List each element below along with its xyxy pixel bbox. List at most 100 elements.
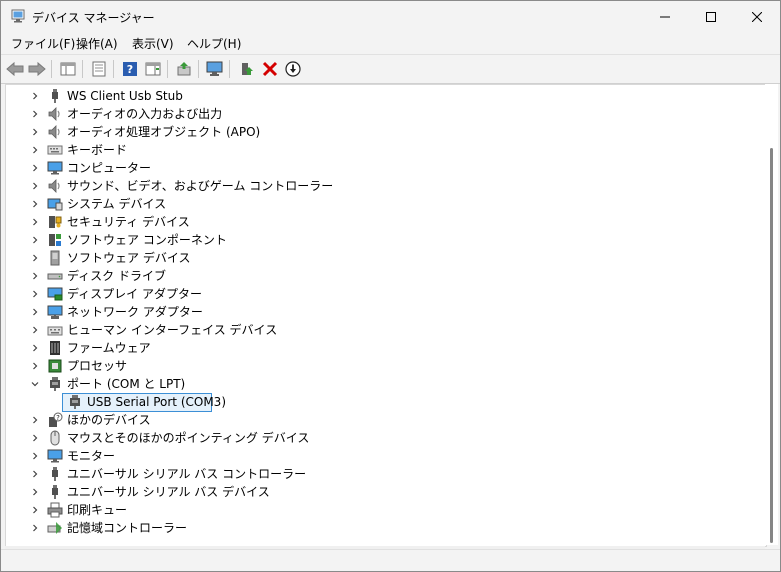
speaker-icon [48,107,60,121]
chevron-right-icon[interactable] [28,197,42,211]
chevron-right-icon[interactable] [28,161,42,175]
toolbar-separator [82,60,83,78]
tree-item-label: プロセッサ [67,359,128,373]
tree-category-item[interactable]: ソフトウェア デバイス [6,249,766,267]
tree-category-item[interactable]: ポート (COM と LPT) [6,375,766,393]
minimize-button[interactable] [642,1,688,32]
unknown-device-icon: ? [49,412,63,427]
tree-category-item[interactable]: コンピューター [6,159,766,177]
tree-category-item[interactable]: ? ほかのデバイス [6,411,766,429]
tree-category-item[interactable]: プロセッサ [6,357,766,375]
chevron-right-icon[interactable] [28,485,42,499]
scan-hardware-button[interactable] [205,59,225,79]
svg-text:?: ? [127,63,133,76]
delete-x-icon [262,61,278,77]
software-device-icon [50,250,60,266]
tree-category-item[interactable]: ディスク ドライブ [6,267,766,285]
tree-category-item[interactable]: ユニバーサル シリアル バス デバイス [6,483,766,501]
toolbar-separator [198,60,199,78]
tree-category-item[interactable]: ファームウェア [6,339,766,357]
back-arrow-icon [6,61,24,77]
maximize-button[interactable] [688,1,734,32]
tree-category-item[interactable]: セキュリティ デバイス [6,213,766,231]
vertical-scrollbar[interactable] [765,84,778,545]
tree-category-item[interactable]: ディスプレイ アダプター [6,285,766,303]
tree-item-label: オーディオの入力および出力 [67,107,223,121]
tree-child-item[interactable]: USB Serial Port (COM3) [6,393,766,412]
tree-item-label: サウンド、ビデオ、およびゲーム コントローラー [67,179,334,193]
show-hide-console-tree-button[interactable] [58,59,78,79]
port-icon [50,377,60,391]
chevron-right-icon[interactable] [28,305,42,319]
network-adapter-icon [47,305,63,319]
vertical-scrollbar-thumb[interactable] [770,148,773,543]
properties-icon [92,61,106,77]
forward-button[interactable] [27,59,47,79]
tree-category-item[interactable]: サウンド、ビデオ、およびゲーム コントローラー [6,177,766,195]
chevron-right-icon[interactable] [28,431,42,445]
disable-device-button[interactable] [283,59,303,79]
chevron-right-icon[interactable] [28,233,42,247]
chevron-right-icon[interactable] [28,359,42,373]
menu-file[interactable]: ファイル(F) [11,35,75,52]
tree-category-item[interactable]: ヒューマン インターフェイス デバイス [6,321,766,339]
add-hardware-icon [242,63,253,75]
tree-item-label: ポート (COM と LPT) [67,377,186,391]
tree-item-label: マウスとそのほかのポインティング デバイス [67,431,310,445]
usb-plug-icon [52,89,58,103]
tree-category-item[interactable]: ユニバーサル シリアル バス コントローラー [6,465,766,483]
menu-action[interactable]: 操作(A) [76,35,118,52]
chevron-right-icon[interactable] [28,179,42,193]
menu-help[interactable]: ヘルプ(H) [187,35,241,52]
tree-item-label: 印刷キュー [67,503,128,517]
chevron-right-icon[interactable] [28,215,42,229]
chevron-right-icon[interactable] [28,107,42,121]
close-button[interactable] [734,1,780,32]
tree-category-item[interactable]: WS Client Usb Stub [6,87,766,105]
help-button[interactable]: ? [120,59,140,79]
chevron-down-icon[interactable] [28,377,42,391]
chevron-right-icon[interactable] [28,251,42,265]
tree-category-item[interactable]: システム デバイス [6,195,766,213]
title-bar[interactable]: デバイス マネージャー [1,1,780,32]
chevron-right-icon[interactable] [28,341,42,355]
chevron-right-icon[interactable] [28,269,42,283]
monitor-icon [47,161,63,175]
action-pane-button[interactable] [143,59,163,79]
tree-category-item[interactable]: ネットワーク アダプター [6,303,766,321]
tree-category-item[interactable]: キーボード [6,141,766,159]
tree-category-item[interactable]: 印刷キュー [6,501,766,519]
tree-item-label: ディスプレイ アダプター [67,287,202,301]
tree-item-label: セキュリティ デバイス [67,215,190,229]
chevron-right-icon[interactable] [28,89,42,103]
chevron-right-icon[interactable] [28,503,42,517]
menu-view[interactable]: 表示(V) [132,35,174,52]
tree-category-item[interactable]: オーディオ処理オブジェクト (APO) [6,123,766,141]
scan-hardware-icon [206,61,223,76]
tree-item-label: WS Client Usb Stub [67,89,183,103]
chevron-right-icon[interactable] [28,413,42,427]
tree-category-item[interactable]: オーディオの入力および出力 [6,105,766,123]
chevron-right-icon[interactable] [28,521,42,535]
display-adapter-icon [47,287,63,301]
chevron-right-icon[interactable] [28,125,42,139]
properties-button[interactable] [89,59,109,79]
chevron-right-icon[interactable] [28,323,42,337]
tree-category-item[interactable]: マウスとそのほかのポインティング デバイス [6,429,766,447]
chevron-right-icon[interactable] [28,143,42,157]
chevron-right-icon[interactable] [28,467,42,481]
uninstall-device-button[interactable] [260,59,280,79]
update-driver-button[interactable] [174,59,194,79]
window-title: デバイス マネージャー [32,11,155,25]
console-tree-icon [60,62,76,76]
tree-category-item[interactable]: モニター [6,447,766,465]
back-button[interactable] [5,59,25,79]
chevron-right-icon[interactable] [28,287,42,301]
tree-item-label: 記憶域コントローラー [67,521,188,535]
tree-category-item[interactable]: ソフトウェア コンポーネント [6,231,766,249]
firmware-icon [50,341,60,355]
device-tree[interactable]: WS Client Usb Stub オーディオの入力および出力オーディオ処理オブ… [5,84,767,547]
tree-category-item[interactable]: 記憶域コントローラー [6,519,766,537]
chevron-right-icon[interactable] [28,449,42,463]
add-legacy-hardware-button[interactable] [237,59,257,79]
